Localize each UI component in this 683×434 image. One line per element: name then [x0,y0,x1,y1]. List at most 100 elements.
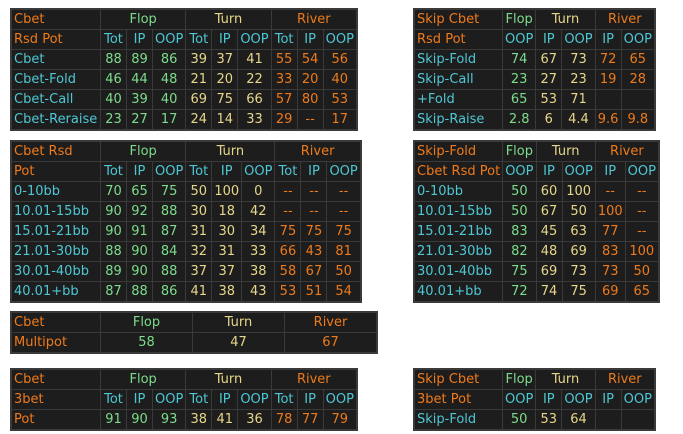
cell: 33 [241,241,276,262]
cell: 46 [100,69,127,90]
table-row: Pot 91 90 93 38 41 36 78 77 79 [11,409,357,430]
cell: 22 [237,69,272,90]
group-turn: Turn [535,141,596,162]
col-header: OOP [237,29,272,50]
cell: 83 [594,241,626,262]
cell: 31 [211,241,243,262]
cell: -- [300,181,328,202]
col-header: IP [535,389,563,410]
cell: 90 [126,261,153,282]
table-row: Cbet-Call 40 39 40 69 75 66 57 80 53 [11,89,357,110]
col-header: IP [535,161,563,182]
cell: 69 [594,281,626,302]
table-row: Multipot 58 47 67 [11,332,377,353]
cell: 27 [126,109,153,130]
cell: 65 [620,49,655,70]
cell: 65 [501,89,537,110]
table-subtitle: Cbet Rsd Pot [413,161,504,182]
col-header: Tot [274,161,302,182]
group-turn: Turn [185,9,272,30]
col-header: IP [594,161,626,182]
cell: 69 [535,261,563,282]
cell: 67 [284,332,377,353]
group-flop: Flop [502,141,537,162]
cell: 40 [322,69,357,90]
col-header: OOP [561,389,596,410]
table-subtitle: 3bet [11,389,101,410]
cell: 91 [126,221,153,242]
cell: 66 [274,241,302,262]
cell: 36 [237,409,272,430]
cell: 75 [326,221,361,242]
col-header: IP [594,29,622,50]
cell: 40 [100,89,127,110]
cell: 29 [270,109,298,130]
table-subtitle: Rsd Pot [11,29,101,50]
cell: 30 [185,201,213,222]
group-river: River [594,9,655,30]
cell: 75 [561,281,596,302]
col-header: OOP [151,389,187,410]
row-label: 10.01-15bb [11,201,101,222]
cell: 67 [535,201,563,222]
cell: 37 [185,261,213,282]
col-header: OOP [326,161,361,182]
cell: 31 [185,221,213,242]
skip-cbet-3bet-pot-table: Skip Cbet Flop Turn River 3bet Pot OOP I… [413,368,656,431]
cbet-rsd-pot-stack-table: Cbet Rsd Flop Turn River Pot Tot IP OOP … [10,140,362,303]
cell: 77 [296,409,324,430]
cell: 87 [100,281,127,302]
group-flop: Flop [501,369,537,390]
table-row: Cbet 88 89 86 39 37 41 55 54 56 [11,49,357,70]
col-header: OOP [322,389,357,410]
table-row: Skip-Fold 50 53 64 [414,409,655,430]
col-header: IP [300,161,328,182]
row-label: 0-10bb [11,181,101,202]
cell: 23 [561,69,596,90]
group-flop: Flop [501,9,537,30]
cell: 75 [274,221,302,242]
cell: 75 [151,181,187,202]
cell: 86 [151,49,187,70]
row-label: 15.01-21bb [413,221,504,242]
cell: 2.8 [501,109,537,130]
cell: -- [326,201,361,222]
cell: 41 [211,409,239,430]
cell: -- [624,201,659,222]
cell: 19 [594,69,622,90]
row-label: Cbet-Call [11,89,101,110]
cell: 89 [100,261,127,282]
cell: 55 [270,49,298,70]
cell: 57 [270,89,298,110]
table-subtitle: Rsd Pot [414,29,503,50]
cell: 84 [151,241,187,262]
row-label: 30.01-40bb [413,261,504,282]
table-row: 21.01-30bb 88 90 84 32 31 33 66 43 81 [11,241,361,262]
group-river: River [594,369,655,390]
col-header: OOP [241,161,276,182]
group-river: River [270,9,357,30]
cell: 41 [185,281,213,302]
cell: 20 [211,69,239,90]
table-row: 10.01-15bb 50 67 50 100 -- [413,201,659,222]
cell: 81 [326,241,361,262]
table-title: Skip-Fold [413,141,504,162]
group-flop: Flop [100,312,193,333]
col-header: OOP [151,29,187,50]
cell: 38 [211,281,243,302]
row-label: 40.01+bb [11,281,101,302]
cell: 83 [502,221,537,242]
table-row: 15.01-21bb 90 91 87 31 30 34 75 75 75 [11,221,361,242]
col-header: IP [126,29,153,50]
col-header: IP [126,161,153,182]
cell: 6 [535,109,563,130]
cell: 58 [100,332,193,353]
table-row: 30.01-40bb 89 90 88 37 37 38 58 67 50 [11,261,361,282]
table-title: Cbet Rsd [11,141,101,162]
cell: 50 [502,181,537,202]
cell: 74 [501,49,537,70]
cell: 50 [185,181,213,202]
table-row: 40.01+bb 87 88 86 41 38 43 53 51 54 [11,281,361,302]
row-label: +Fold [414,89,503,110]
col-header: OOP [322,29,357,50]
